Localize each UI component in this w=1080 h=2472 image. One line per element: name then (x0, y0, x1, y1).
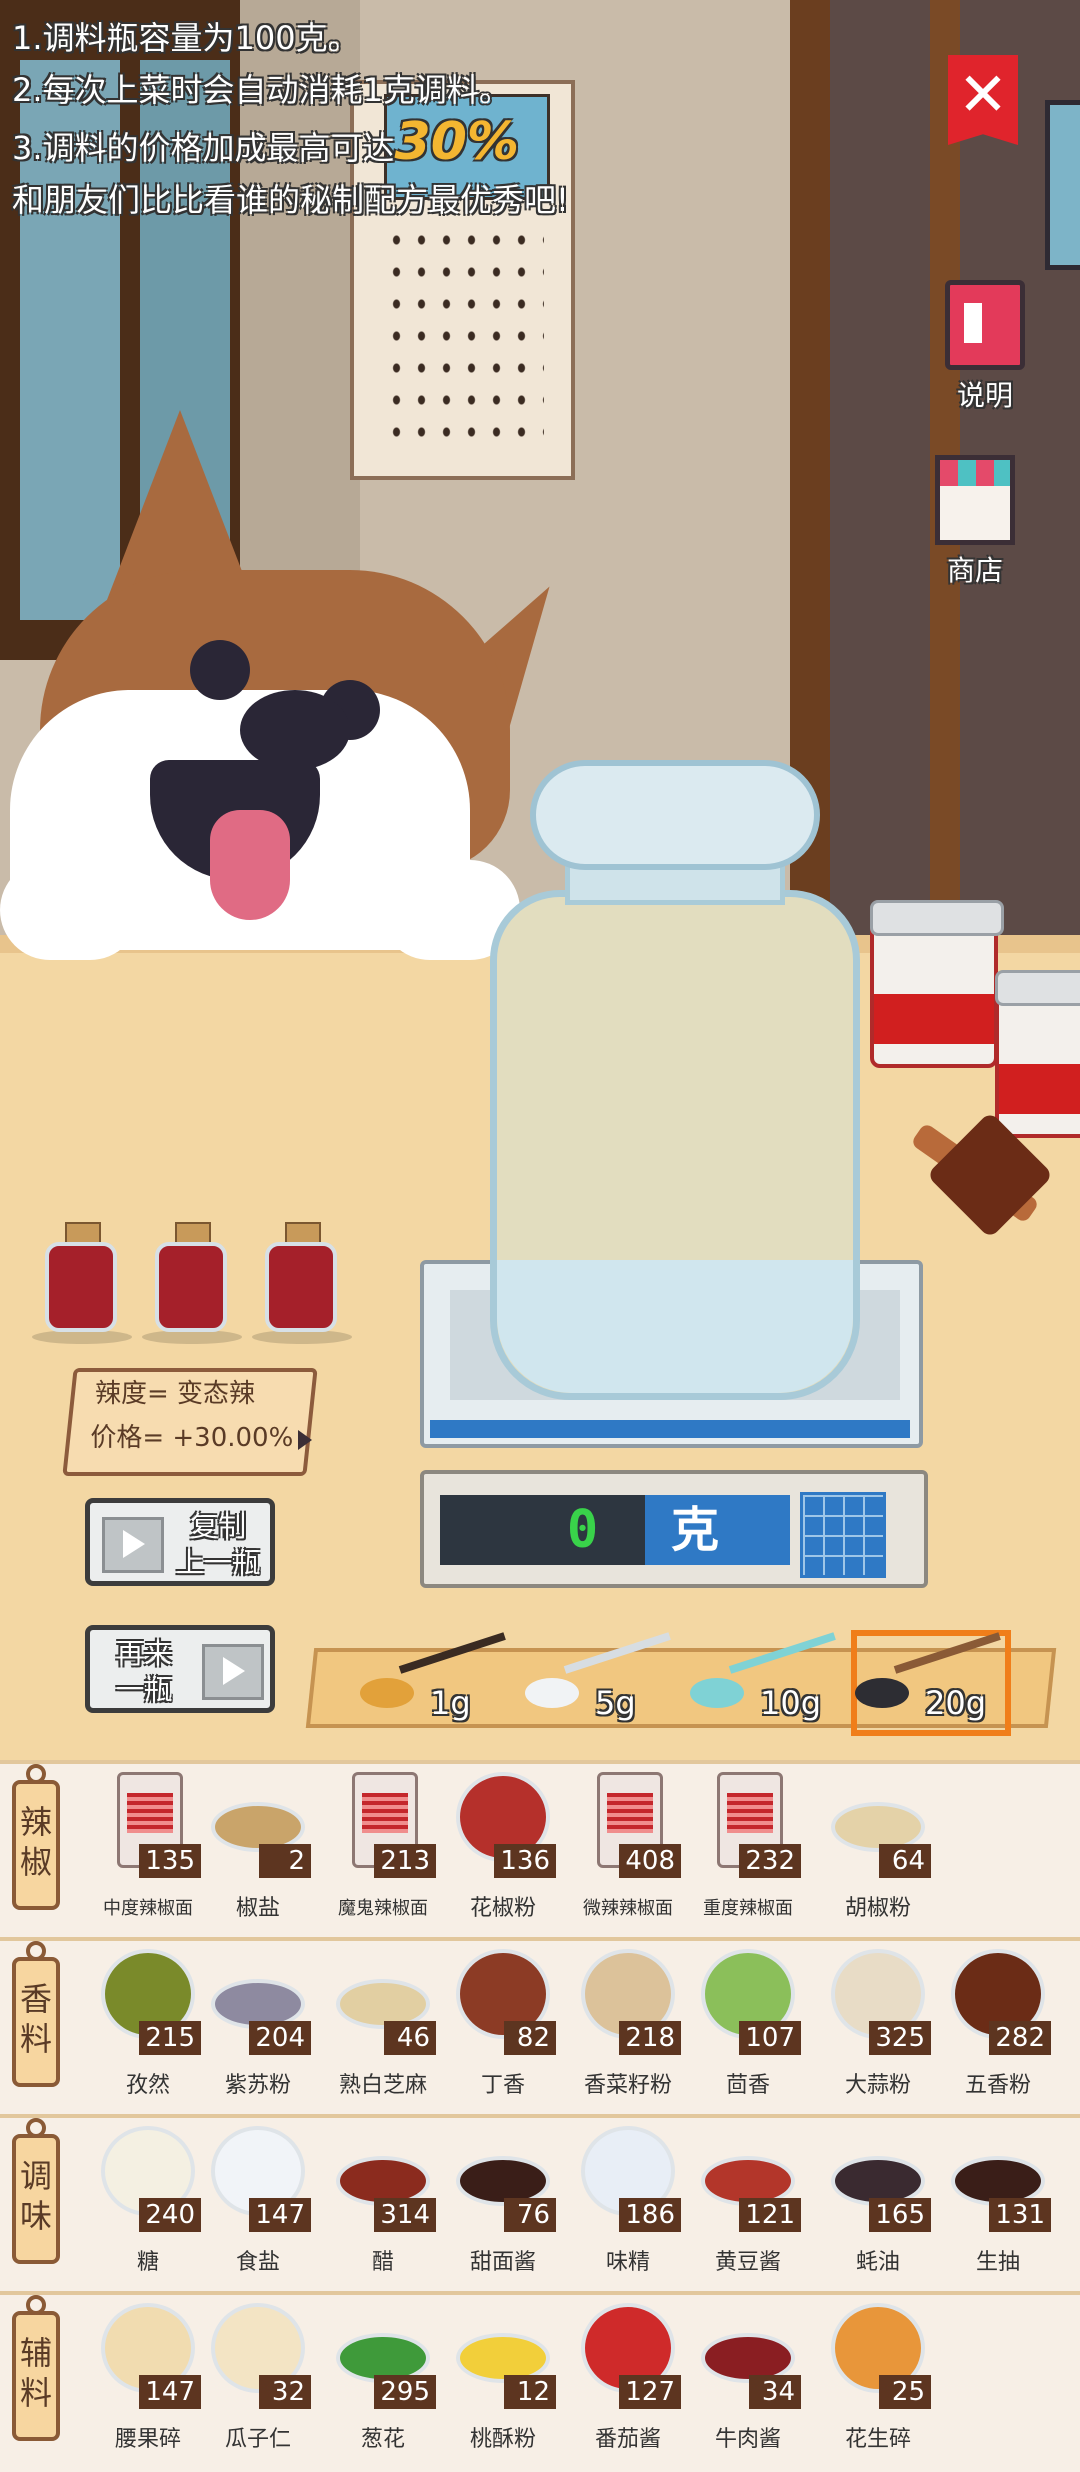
ingredient-count: 295 (374, 2375, 436, 2409)
spoon-handle (563, 1632, 671, 1674)
spoon-amount: 20g (925, 1684, 987, 1722)
ingredient-count: 135 (139, 1844, 201, 1878)
seasoning-jar[interactable] (480, 760, 870, 1420)
ingredient-count: 32 (259, 2375, 311, 2409)
play-icon (202, 1644, 264, 1700)
pointer-icon (298, 1430, 312, 1450)
category-tag: 辅料 (12, 2295, 60, 2441)
spoon-icon (690, 1678, 744, 1708)
cinnamon-star-anise (905, 1110, 1055, 1240)
ingredient-name: 花生碎 (844, 2427, 911, 2452)
ingredient-name: 胡椒粉 (844, 1896, 911, 1921)
spoon-amount: 1g (430, 1684, 471, 1722)
category-tag: 调味 (12, 2118, 60, 2264)
ingredient-name: 黄豆酱 (714, 2250, 781, 2275)
ingredient-name: 重度辣椒面 (703, 1898, 793, 1919)
ingredient-count: 147 (249, 2198, 311, 2232)
spoon-handle (728, 1632, 836, 1674)
category-tag: 辣椒 (12, 1764, 60, 1910)
close-button[interactable]: ✕ (948, 55, 1018, 145)
keypad-icon (800, 1492, 886, 1578)
ingredient-name: 茴香 (725, 2073, 770, 2098)
shop-button[interactable]: 商店 (920, 455, 1030, 589)
saved-bottle[interactable] (155, 1222, 227, 1332)
ingredient-count: 46 (384, 2021, 436, 2055)
spoon-1g[interactable]: 1g (360, 1632, 520, 1736)
category-tag: 香料 (12, 1941, 60, 2087)
ingredient-count: 165 (869, 2198, 931, 2232)
book-icon (945, 280, 1025, 370)
ingredient-count: 25 (879, 2375, 931, 2409)
spoon-amount: 5g (595, 1684, 636, 1722)
ingredient-count: 136 (494, 1844, 556, 1878)
spoon-20g[interactable]: 20g (851, 1630, 1015, 1736)
chili-sauce-jar (870, 900, 1004, 1068)
spoon-icon (855, 1678, 909, 1708)
rule-line-1: 1.调料瓶容量为100克。 (12, 19, 360, 57)
ingredient-count: 186 (619, 2198, 681, 2232)
ingredient-count: 232 (739, 1844, 801, 1878)
corgi-dog (0, 390, 586, 960)
ingredient-count: 282 (989, 2021, 1051, 2055)
wall-picture (1045, 100, 1080, 270)
spiciness-text: 辣度= 变态辣 (94, 1379, 256, 1409)
ingredient-count: 215 (139, 2021, 201, 2055)
ingredient-count: 204 (249, 2021, 311, 2055)
ingredient-count: 12 (504, 2375, 556, 2409)
rules-text: 1.调料瓶容量为100克。 2.每次上菜时会自动消耗1克调料。 3.调料的价格加… (12, 12, 569, 226)
recipe-stats-tag: 辣度= 变态辣 价格= +30.00% (62, 1368, 318, 1476)
play-icon (102, 1517, 164, 1573)
spoon-handle (893, 1632, 1001, 1674)
weight-unit: 克 (670, 1502, 719, 1558)
help-button[interactable]: 说明 (930, 280, 1040, 414)
shop-icon (935, 455, 1015, 545)
ingredient-count: 121 (739, 2198, 801, 2232)
ingredient-count: 213 (374, 1844, 436, 1878)
ingredient-count: 131 (989, 2198, 1051, 2232)
max-bonus-highlight: 30% (394, 112, 520, 172)
rule-line-2: 2.每次上菜时会自动消耗1克调料。 (12, 71, 511, 109)
ingredient-count: 64 (879, 1844, 931, 1878)
ingredient-count: 314 (374, 2198, 436, 2232)
saved-bottle[interactable] (265, 1222, 337, 1332)
ingredient-count: 408 (619, 1844, 681, 1878)
ingredient-count: 218 (619, 2021, 681, 2055)
ingredient-count: 2 (259, 1844, 311, 1878)
ingredient-count: 76 (504, 2198, 556, 2232)
saved-bottle[interactable] (45, 1222, 117, 1332)
ingredient-name: 牛肉酱 (714, 2427, 781, 2452)
ingredient-count: 325 (869, 2021, 931, 2055)
ingredient-name: 生抽 (975, 2250, 1020, 2275)
ingredient-count: 240 (139, 2198, 201, 2232)
spoon-icon (360, 1678, 414, 1708)
spoon-icon (525, 1678, 579, 1708)
shop-label: 商店 (946, 554, 1003, 587)
spoon-handle (398, 1632, 506, 1674)
price-bonus-text: 价格= +30.00% (90, 1423, 294, 1453)
spoon-5g[interactable]: 5g (525, 1632, 685, 1736)
ingredient-count: 34 (749, 2375, 801, 2409)
help-label: 说明 (956, 379, 1013, 412)
ingredient-count: 147 (139, 2375, 201, 2409)
ingredient-name: 五香粉 (964, 2073, 1031, 2098)
ingredient-count: 107 (739, 2021, 801, 2055)
rule-line-4: 和朋友们比比看谁的秘制配方最优秀吧! (12, 181, 569, 219)
ingredient-count: 82 (504, 2021, 556, 2055)
copy-last-bottle-button[interactable]: 复制 上一瓶 (85, 1498, 275, 1586)
rule-line-3: 3.调料的价格加成最高可达30% (12, 112, 520, 172)
new-bottle-button[interactable]: 再来 一瓶 (85, 1625, 275, 1713)
ingredient-count: 127 (619, 2375, 681, 2409)
spoon-10g[interactable]: 10g (690, 1632, 850, 1736)
spoon-amount: 10g (760, 1684, 822, 1722)
